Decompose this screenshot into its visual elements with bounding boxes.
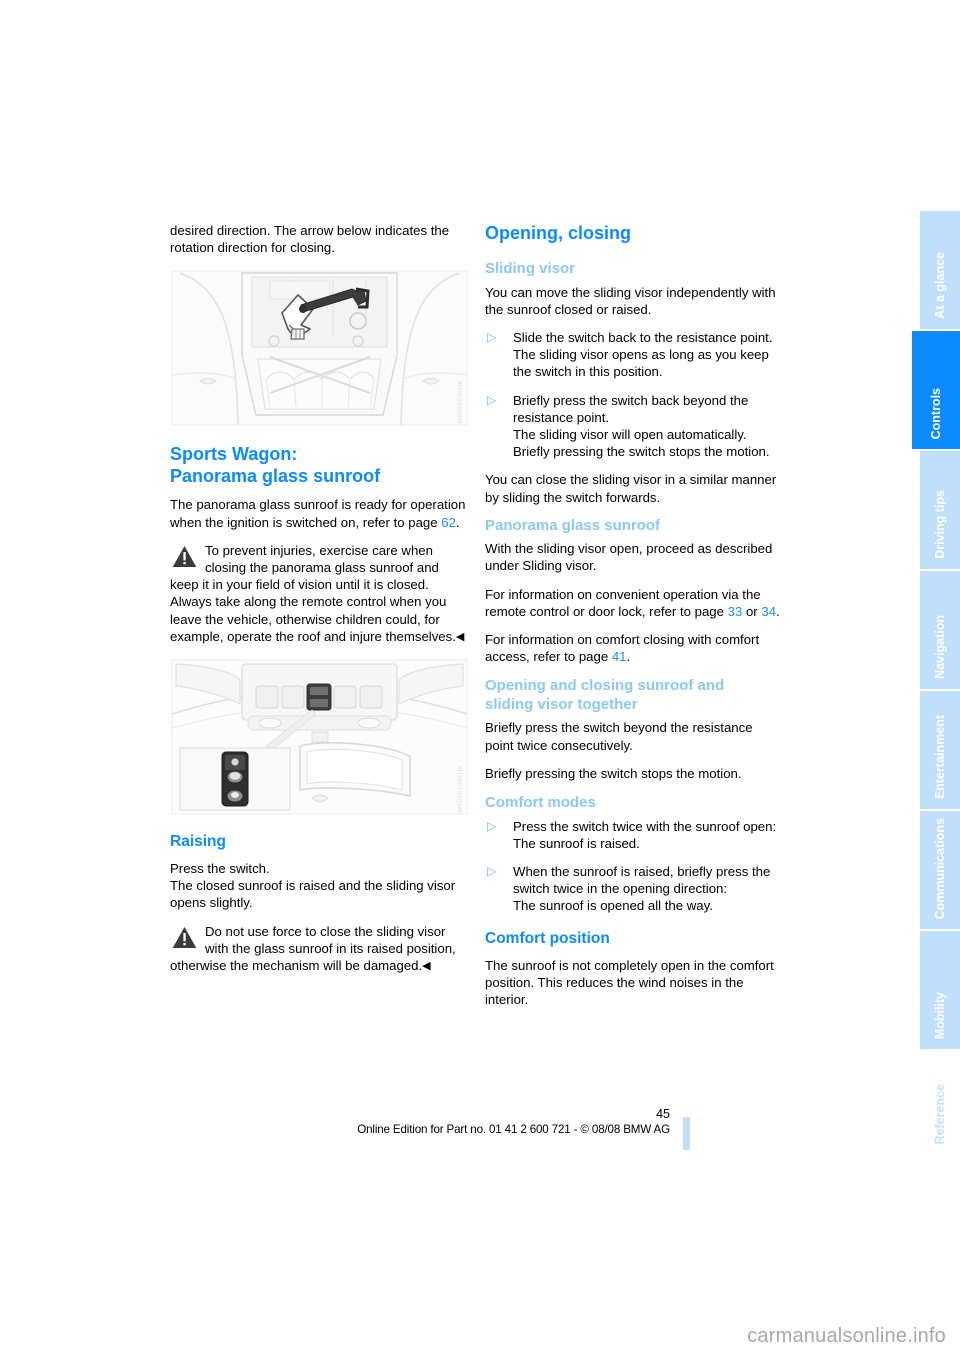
list-item-text: Press the switch twice with the sunroof … — [513, 818, 777, 851]
chapter-tab-at-a-glance[interactable]: At a glance — [920, 211, 960, 331]
footer-accent-bar — [683, 1117, 690, 1150]
section-end-marker: ◀ — [455, 630, 465, 643]
footer-edition-line: Online Edition for Part no. 01 41 2 600 … — [357, 1123, 670, 1136]
comfort-position-heading: Comfort position — [485, 929, 610, 947]
comfort-access-paragraph: For information on comfort closing with … — [485, 631, 784, 665]
together-paragraph-2: Briefly pressing the switch stops the mo… — [485, 765, 742, 781]
chapter-tab-label: Communications — [933, 817, 947, 919]
chapter-tab-label: Driving tips — [933, 490, 947, 559]
sliding-visor-paragraph: You can move the sliding visor independe… — [485, 284, 776, 317]
ready-for-operation-paragraph: The panorama glass sunroof is ready for … — [170, 496, 469, 530]
list-item: ▷ Slide the switch back to the resistanc… — [485, 329, 784, 381]
chapter-tab-reference[interactable]: Reference — [920, 1051, 960, 1156]
list-item: ▷ Press the switch twice with the sunroo… — [485, 818, 784, 852]
remote-text-a: For information on convenient operation … — [485, 586, 761, 619]
list-item-text: Briefly press the switch back beyond the… — [513, 392, 770, 460]
raising-heading: Raising — [170, 833, 226, 851]
figure-code: WK05PE50UK — [457, 380, 464, 424]
comfort-access-text-b: . — [626, 649, 631, 665]
section-end-marker: ◀ — [422, 960, 431, 973]
list-item-text: When the sunroof is raised, briefly pres… — [513, 863, 771, 914]
page-footer: 45 Online Edition for Part no. 01 41 2 6… — [170, 1107, 670, 1137]
comfort-position-paragraph: The sunroof is not completely open in th… — [485, 957, 774, 1007]
warning-text-2: Do not use force to close the sliding vi… — [170, 923, 456, 974]
chapter-tab-label: Mobility — [933, 991, 947, 1039]
page-reference-41[interactable]: 41 — [612, 649, 627, 664]
remote-text-mid: or — [742, 603, 762, 619]
site-watermark: carmanualsonline.info — [747, 1325, 946, 1347]
right-text-column: Opening, closing Sliding visor You can m… — [485, 222, 784, 1019]
figure-overhead-console: WK05B10H1UK — [170, 656, 469, 819]
section-heading-line1: Sports Wagon: — [170, 444, 298, 465]
triangle-right-bullet-icon: ▷ — [487, 392, 497, 407]
triangle-right-bullet-icon: ▷ — [487, 329, 497, 344]
section-heading-line2: Panorama glass sunroof — [170, 466, 381, 487]
page-reference-33[interactable]: 33 — [728, 604, 743, 619]
list-item: ▷ Briefly press the switch back beyond t… — [485, 392, 784, 461]
together-paragraph-1: Briefly press the switch beyond the resi… — [485, 720, 753, 753]
chapter-tab-label: At a glance — [933, 252, 947, 319]
page-reference-62[interactable]: 62 — [441, 515, 456, 530]
chapter-tab-communications[interactable]: Communications — [920, 811, 960, 931]
overhead-console-switch-illustration — [170, 656, 469, 819]
list-item: ▷ When the sunroof is raised, briefly pr… — [485, 863, 784, 915]
comfort-modes-heading: Comfort modes — [485, 794, 596, 812]
warning-triangle-icon — [170, 543, 199, 569]
chapter-tab-driving-tips[interactable]: Driving tips — [920, 451, 960, 571]
figure-code: WK05B10H1UK — [457, 764, 464, 813]
together-heading-line2: sliding visor together — [485, 695, 638, 713]
ready-text-a: The panorama glass sunroof is ready for … — [170, 497, 466, 530]
warning-triangle-icon — [170, 924, 199, 950]
chapter-tab-entertainment[interactable]: Entertainment — [920, 691, 960, 811]
panorama-glass-sunroof-heading: Panorama glass sunroof — [485, 516, 661, 534]
sliding-visor-heading: Sliding visor — [485, 260, 576, 277]
chapter-tab-mobility[interactable]: Mobility — [920, 931, 960, 1051]
section-heading: Sports Wagon: Panorama glass sunroof — [170, 443, 469, 487]
warning-text-1: To prevent injuries, exercise care when … — [170, 542, 456, 644]
figure-sunroof-mechanism: WK05PE50UK — [170, 267, 469, 430]
chapter-tab-rail: At a glance Controls Driving tips Navigatio… — [912, 211, 960, 1156]
warning-block-2: Do not use force to close the sliding vi… — [170, 923, 469, 975]
page-reference-34[interactable]: 34 — [761, 604, 776, 619]
chapter-tab-controls[interactable]: Controls — [912, 331, 960, 451]
panorama-paragraph: With the sliding visor open, proceed as … — [485, 541, 773, 574]
chapter-tab-navigation[interactable]: Navigation — [920, 571, 960, 691]
opening-closing-heading: Opening, closing — [485, 223, 632, 243]
remote-text-b: . — [776, 603, 780, 619]
list-item-text: Slide the switch back to the resistance … — [513, 329, 773, 380]
triangle-right-bullet-icon: ▷ — [487, 818, 497, 833]
page-number: 45 — [656, 1107, 670, 1121]
raising-paragraph: Press the switch. The closed sunroof is … — [170, 861, 456, 911]
opening-closing-together-heading: Opening and closing sunroof and sliding … — [485, 677, 784, 714]
ready-text-b: . — [455, 514, 460, 530]
sunroof-mechanism-illustration — [170, 267, 469, 430]
close-sliding-visor-paragraph: You can close the sliding visor in a sim… — [485, 472, 777, 505]
chapter-tab-label: Controls — [929, 387, 943, 439]
remote-control-paragraph: For information on convenient operation … — [485, 586, 784, 620]
warning-block-1: To prevent injuries, exercise care when … — [170, 542, 469, 645]
triangle-right-bullet-icon: ▷ — [487, 863, 497, 878]
manual-page: At a glance Controls Driving tips Navigatio… — [0, 0, 960, 1358]
chapter-tab-label: Navigation — [933, 615, 947, 679]
intro-paragraph: desired direction. The arrow below indic… — [170, 223, 450, 256]
left-text-column: desired direction. The arrow below indic… — [170, 222, 469, 985]
chapter-tab-label: Entertainment — [933, 714, 947, 799]
together-heading-line1: Opening and closing sunroof and — [485, 677, 725, 695]
chapter-tab-label: Reference — [933, 1083, 947, 1144]
